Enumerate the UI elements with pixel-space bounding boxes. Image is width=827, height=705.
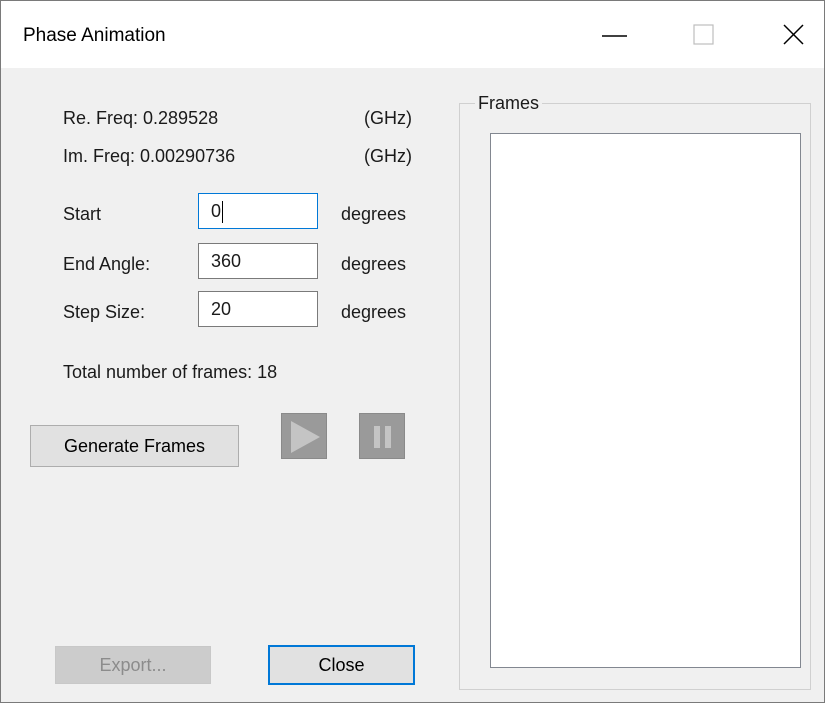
- start-label: Start: [63, 204, 102, 224]
- frames-list[interactable]: [490, 133, 801, 668]
- total-frames-label: Total number of frames: 18: [63, 362, 278, 382]
- start-input[interactable]: 0: [198, 193, 318, 229]
- close-window-button[interactable]: [769, 13, 819, 57]
- end-angle-input-value: 360: [211, 251, 242, 271]
- start-unit: degrees: [341, 204, 407, 224]
- pause-icon: [374, 426, 391, 448]
- minimize-icon: [602, 35, 627, 37]
- step-size-input[interactable]: 20: [198, 291, 318, 327]
- play-icon: [291, 421, 320, 453]
- maximize-button[interactable]: [679, 13, 729, 57]
- end-angle-input[interactable]: 360: [198, 243, 318, 279]
- im-freq-unit: (GHz): [364, 146, 412, 166]
- close-icon: [783, 24, 804, 45]
- generate-frames-button[interactable]: Generate Frames: [30, 425, 239, 467]
- title-bar[interactable]: Phase Animation: [1, 1, 824, 68]
- maximize-icon: [693, 24, 714, 45]
- frames-group-legend: Frames: [475, 93, 543, 114]
- phase-animation-dialog: Phase Animation Re. Freq: 0.289528 (GHz)…: [0, 0, 825, 703]
- window-title: Phase Animation: [23, 25, 166, 46]
- play-button[interactable]: [281, 413, 327, 459]
- close-button[interactable]: Close: [268, 645, 415, 685]
- export-button[interactable]: Export...: [55, 646, 211, 684]
- text-caret: [222, 201, 224, 224]
- step-size-input-value: 20: [211, 299, 232, 319]
- re-freq-label: Re. Freq: 0.289528: [63, 108, 219, 128]
- step-size-unit: degrees: [341, 302, 407, 322]
- end-angle-label: End Angle:: [63, 254, 151, 274]
- im-freq-label: Im. Freq: 0.00290736: [63, 146, 236, 166]
- pause-button[interactable]: [359, 413, 405, 459]
- end-angle-unit: degrees: [341, 254, 407, 274]
- re-freq-unit: (GHz): [364, 108, 412, 128]
- start-input-value: 0: [211, 201, 222, 221]
- minimize-button[interactable]: [589, 13, 639, 57]
- step-size-label: Step Size:: [63, 302, 146, 322]
